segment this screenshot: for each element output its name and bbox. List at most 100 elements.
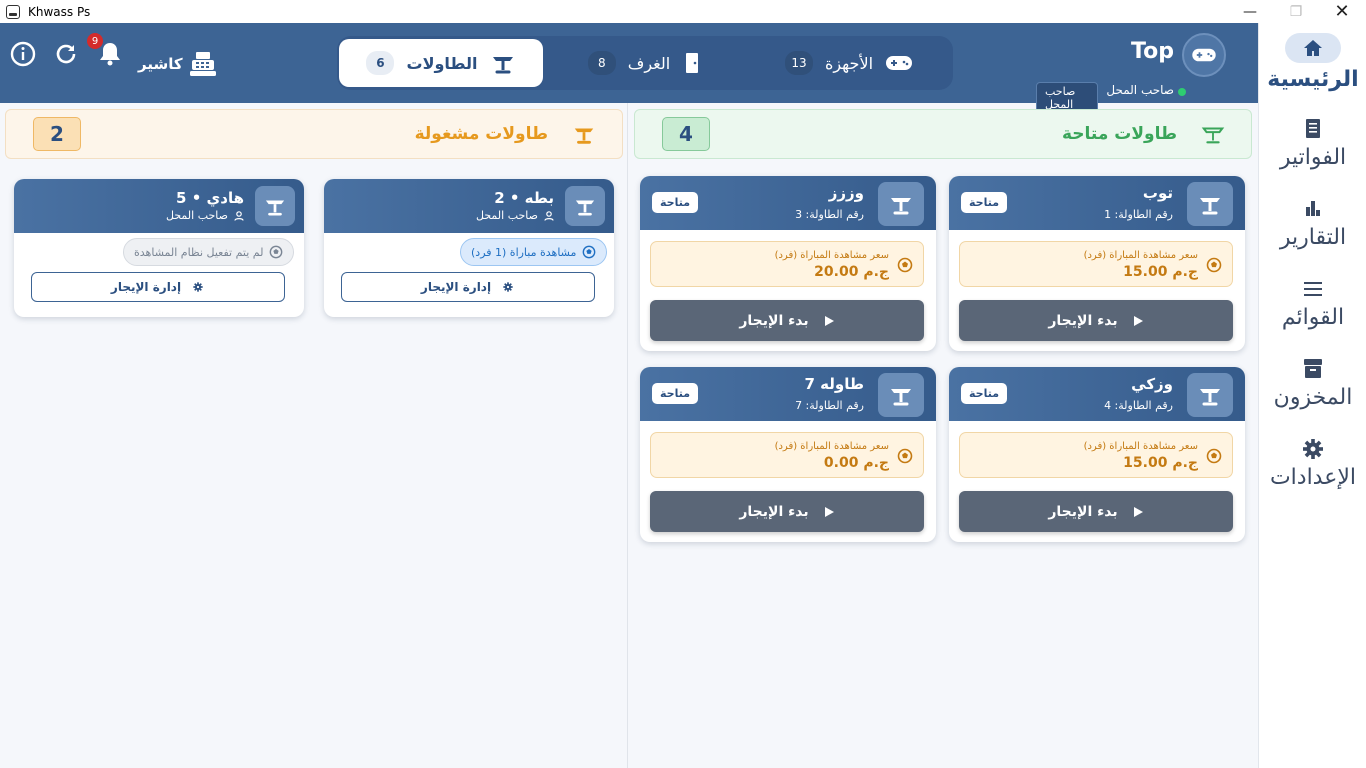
soccer-ball-icon [1206, 257, 1222, 273]
start-rental-button[interactable]: بدء الإيجار [959, 491, 1233, 532]
tab-devices[interactable]: 13 الأجهزة [747, 39, 951, 87]
user-avatar [1182, 33, 1226, 77]
start-rental-button[interactable]: بدء الإيجار [650, 491, 924, 532]
available-table-card: توب رقم الطاولة: 1 متاحة سعر مشاهدة المب… [949, 176, 1245, 351]
sidebar-item-settings[interactable]: الإعدادات [1259, 437, 1366, 490]
available-tables-header: 4 طاولات متاحة [634, 109, 1252, 159]
available-count: 4 [662, 117, 710, 151]
category-tabs: 6 الطاولات 8 الغرف 13 الأجهزة [337, 36, 953, 90]
user-profile[interactable]: Top صاحب المحل صاحب المحل [1036, 31, 1226, 114]
home-icon [1285, 33, 1341, 63]
tables-tab-label: الطاولات [406, 53, 478, 73]
section-divider [627, 103, 628, 768]
table-icon [492, 57, 513, 74]
start-rental-label: بدء الإيجار [739, 312, 809, 329]
available-title: طاولات متاحة [1061, 124, 1177, 144]
sidebar-label-reports: التقارير [1279, 225, 1347, 250]
table-name: طاوله 7 [804, 375, 864, 393]
table-name: بطه • 2 [494, 189, 554, 207]
price-value: 15.00 ج.م [1123, 264, 1198, 280]
start-rental-button[interactable]: بدء الإيجار [959, 300, 1233, 341]
manage-rental-label: إدارة الإيجار [420, 280, 492, 294]
sidebar-item-invoices[interactable]: الفواتير [1259, 117, 1366, 170]
manage-rental-button[interactable]: إدارة الإيجار [341, 272, 595, 302]
price-box: سعر مشاهدة المباراة (فرد) 15.00 ج.م [959, 241, 1233, 287]
table-icon [575, 200, 595, 216]
manage-rental-button[interactable]: إدارة الإيجار [31, 272, 285, 302]
price-value: 15.00 ج.م [1123, 455, 1198, 471]
user-icon [234, 210, 244, 221]
close-button[interactable]: ✕ [1319, 0, 1365, 23]
rooms-tab-label: الغرف [627, 53, 671, 73]
sidebar-label-settings: الإعدادات [1269, 465, 1357, 490]
door-icon [686, 53, 699, 73]
busy-table-card: هادي • 5 صاحب المحل لم يتم تفعيل نظام ال… [14, 179, 304, 317]
refresh-button[interactable] [51, 39, 81, 69]
price-label: سعر مشاهدة المباراة (فرد) [1083, 250, 1198, 261]
menu-icon [1298, 277, 1328, 301]
play-icon [824, 506, 834, 517]
chip-label: لم يتم تفعيل نظام المشاهدة [134, 245, 264, 259]
start-rental-label: بدء الإيجار [1048, 312, 1118, 329]
status-badge: متاحة [961, 383, 1008, 404]
sidebar-item-inventory[interactable]: المخزون [1259, 357, 1366, 410]
manage-rental-label: إدارة الإيجار [110, 280, 182, 294]
refresh-icon [56, 44, 76, 64]
gear-icon [1298, 437, 1328, 461]
card-table-icon-box [1187, 182, 1233, 226]
status-badge: متاحة [961, 192, 1008, 213]
sidebar-label-lists: القوائم [1281, 305, 1345, 330]
window-titlebar: Khwass Ps — ❐ ✕ [0, 0, 1366, 23]
card-table-icon-box [255, 186, 295, 226]
gear-icon [503, 282, 513, 292]
sidebar-label-invoices: الفواتير [1279, 145, 1347, 170]
sidebar: الرئيسية الفواتير التقارير القوائم المخز… [1258, 23, 1366, 768]
maximize-button[interactable]: ❐ [1273, 0, 1319, 23]
table-owner: صاحب المحل [476, 209, 554, 222]
table-icon [1200, 198, 1220, 215]
sidebar-item-lists[interactable]: القوائم [1259, 277, 1366, 330]
devices-tab-label: الأجهزة [824, 53, 874, 73]
start-rental-label: بدء الإيجار [739, 503, 809, 520]
minimize-button[interactable]: — [1227, 0, 1273, 23]
tab-tables[interactable]: 6 الطاولات [339, 39, 543, 87]
sidebar-label-home: الرئيسية [1267, 67, 1359, 92]
soccer-ball-icon [897, 257, 913, 273]
card-table-icon-box [565, 186, 605, 226]
chip-label: مشاهدة مباراة (1 فرد) [471, 245, 577, 259]
play-icon [824, 315, 834, 326]
app-icon [6, 4, 20, 19]
price-value: 20.00 ج.م [814, 264, 889, 280]
status-badge: متاحة [652, 383, 699, 404]
cashier-button[interactable]: كاشير [138, 51, 217, 77]
status-badge: متاحة [652, 192, 699, 213]
user-role: صاحب المحل [1106, 83, 1174, 97]
tables-count: 6 [366, 51, 395, 75]
play-icon [1133, 315, 1143, 326]
table-name: وززز [828, 184, 864, 202]
table-number: رقم الطاولة: 3 [795, 208, 864, 221]
sidebar-item-home[interactable]: الرئيسية [1259, 33, 1366, 92]
soccer-ball-icon [1206, 448, 1222, 464]
price-box: سعر مشاهدة المباراة (فرد) 0.00 ج.م [650, 432, 924, 478]
viewing-disabled-chip: لم يتم تفعيل نظام المشاهدة [123, 238, 295, 266]
start-rental-button[interactable]: بدء الإيجار [650, 300, 924, 341]
price-value: 0.00 ج.م [823, 455, 889, 471]
soccer-ball-icon [897, 448, 913, 464]
gamepad-avatar-icon [1192, 48, 1216, 62]
top-header: 9 كاشير 6 الطاولات 8 الغرف 13 الأجهزة To… [0, 23, 1258, 114]
match-viewing-chip: مشاهدة مباراة (1 فرد) [460, 238, 608, 266]
price-label: سعر مشاهدة المباراة (فرد) [1083, 441, 1198, 452]
price-label: سعر مشاهدة المباراة (فرد) [774, 250, 889, 261]
table-number: رقم الطاولة: 7 [795, 399, 864, 412]
archive-icon [1298, 357, 1328, 381]
table-icon [891, 198, 911, 215]
table-owner: صاحب المحل [166, 209, 244, 222]
info-button[interactable] [8, 39, 38, 69]
tab-rooms[interactable]: 8 الغرف [547, 39, 743, 87]
info-icon [10, 41, 36, 67]
notifications-button[interactable]: 9 [87, 33, 125, 69]
card-table-icon-box [878, 373, 924, 417]
user-name: Top [1131, 39, 1174, 64]
sidebar-item-reports[interactable]: التقارير [1259, 197, 1366, 250]
